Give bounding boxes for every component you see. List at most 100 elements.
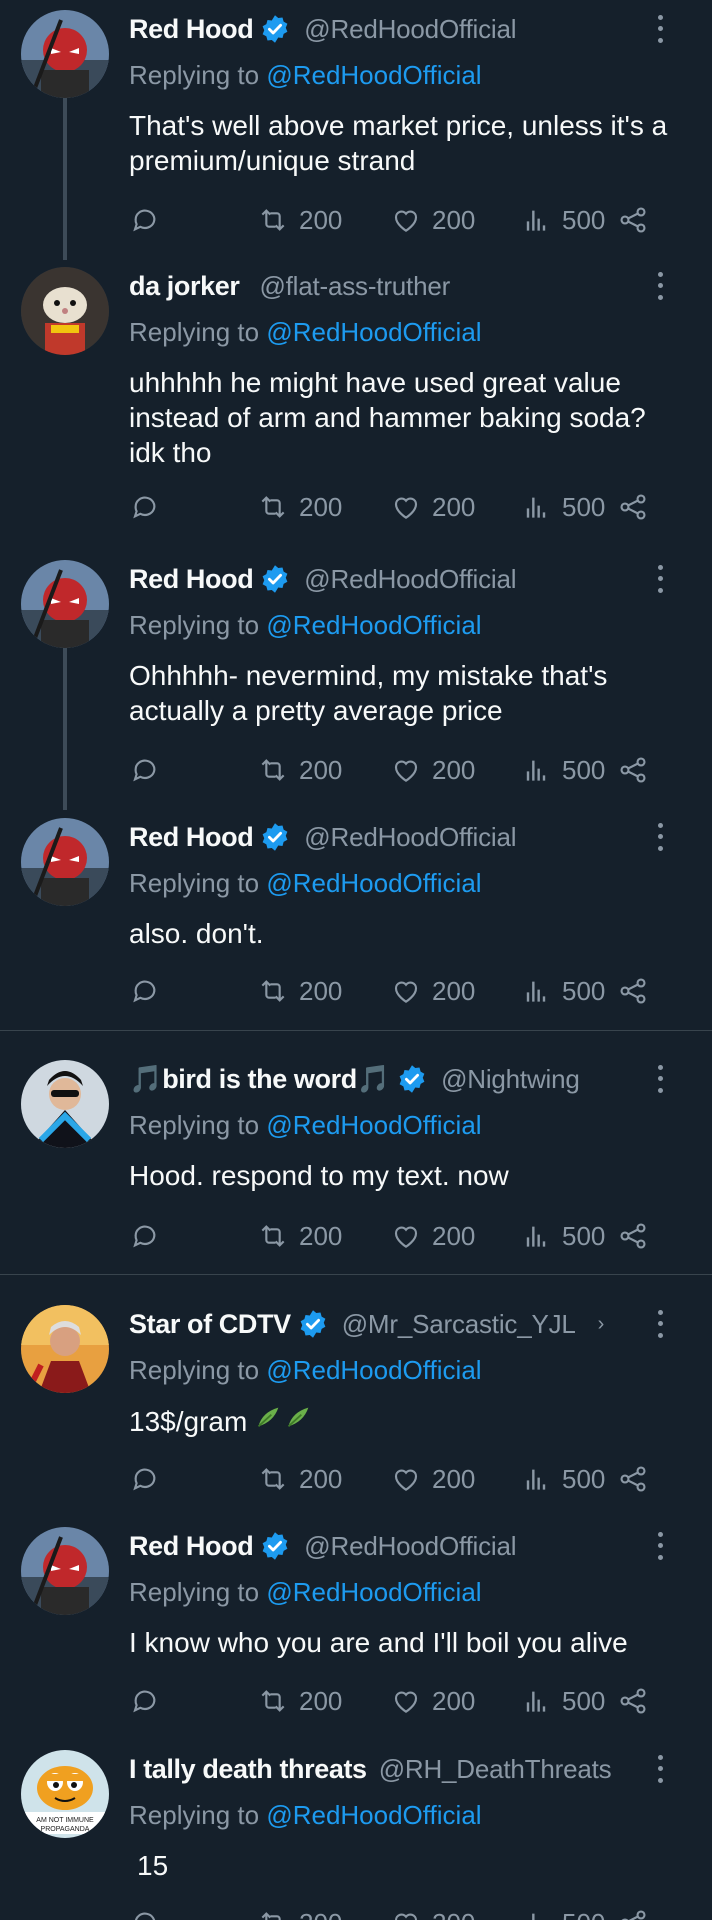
share-button[interactable] <box>617 1218 649 1254</box>
more-options-icon[interactable] <box>652 1752 668 1786</box>
reply-to-link[interactable]: @RedHoodOfficial <box>266 1110 481 1140</box>
retweet-icon <box>261 1690 285 1712</box>
tweet[interactable]: Red Hood @RedHoodOfficial Replying to @R… <box>0 0 712 260</box>
reply-to-link[interactable]: @RedHoodOfficial <box>266 1800 481 1830</box>
author-handle[interactable]: @RedHoodOfficial <box>304 822 516 853</box>
red-hood-avatar[interactable] <box>21 10 109 98</box>
views-button[interactable]: 500 <box>520 202 605 238</box>
share-button[interactable] <box>617 202 649 238</box>
more-options-icon[interactable] <box>652 562 668 596</box>
tweet-text: I know who you are and I'll boil you ali… <box>129 1627 628 1658</box>
reply-to-link[interactable]: @RedHoodOfficial <box>266 1577 481 1607</box>
reply-button[interactable] <box>129 1905 161 1920</box>
share-button[interactable] <box>617 1461 649 1497</box>
author-handle[interactable]: @RedHoodOfficial <box>304 564 516 595</box>
more-options-icon[interactable] <box>652 1529 668 1563</box>
like-button[interactable]: 200 <box>390 202 475 238</box>
garfield-avatar[interactable]: AM NOT IMMUNE PROPAGANDA <box>21 1750 109 1838</box>
author-name[interactable]: I tally death threats <box>129 1754 367 1785</box>
tweet[interactable]: da jorker @flat-ass-truther Replying to … <box>0 257 712 543</box>
reply-to-link[interactable]: @RedHoodOfficial <box>266 1355 481 1385</box>
red-hood-avatar[interactable] <box>21 818 109 906</box>
share-button[interactable] <box>617 489 649 525</box>
like-button[interactable]: 200 <box>390 1683 475 1719</box>
more-options-icon[interactable] <box>652 269 668 303</box>
retweet-button[interactable]: 200 <box>257 973 342 1009</box>
like-button[interactable]: 200 <box>390 1905 475 1920</box>
author-handle[interactable]: @Nightwing <box>441 1064 580 1095</box>
share-button[interactable] <box>617 1905 649 1920</box>
views-button[interactable]: 500 <box>520 1461 605 1497</box>
tweet[interactable]: Red Hood @RedHoodOfficial Replying to @R… <box>0 808 712 1028</box>
like-button[interactable]: 200 <box>390 752 475 788</box>
retweet-button[interactable]: 200 <box>257 752 342 788</box>
author-handle[interactable]: @RedHoodOfficial <box>304 1531 516 1562</box>
reply-button[interactable] <box>129 202 161 238</box>
verified-badge-icon <box>260 14 290 44</box>
reply-button[interactable] <box>129 752 161 788</box>
more-options-icon[interactable] <box>652 12 668 46</box>
more-options-icon[interactable] <box>652 1307 668 1341</box>
retweet-count: 200 <box>299 754 343 785</box>
author-handle[interactable]: @Mr_Sarcastic_YJL <box>342 1309 576 1340</box>
reply-to-link[interactable]: @RedHoodOfficial <box>266 868 481 898</box>
like-button[interactable]: 200 <box>390 1218 475 1254</box>
reply-icon <box>133 980 156 1003</box>
reply-button[interactable] <box>129 1218 161 1254</box>
share-icon <box>620 1466 646 1492</box>
author-name[interactable]: 🎵bird is the word🎵 <box>129 1063 390 1095</box>
share-button[interactable] <box>617 973 649 1009</box>
tweet[interactable]: Red Hood @RedHoodOfficial Replying to @R… <box>0 1517 712 1737</box>
verified-badge-icon <box>260 1531 290 1561</box>
retweet-icon <box>261 980 285 1002</box>
share-icon <box>620 207 646 233</box>
tweet-text: 15 <box>137 1850 169 1881</box>
author-handle[interactable]: @RH_DeathThreats <box>379 1754 612 1785</box>
tweet[interactable]: Star of CDTV @Mr_Sarcastic_YJL › Replyin… <box>0 1295 712 1515</box>
red-hood-avatar[interactable] <box>21 1527 109 1615</box>
reply-button[interactable] <box>129 489 161 525</box>
tweet[interactable]: 🎵bird is the word🎵 @Nightwing Replying t… <box>0 1050 712 1265</box>
ferret-avatar[interactable] <box>21 267 109 355</box>
views-button[interactable]: 500 <box>520 1683 605 1719</box>
more-options-icon[interactable] <box>652 820 668 854</box>
views-button[interactable]: 500 <box>520 489 605 525</box>
retweet-button[interactable]: 200 <box>257 489 342 525</box>
view-count: 500 <box>562 1220 606 1251</box>
tweet[interactable]: Red Hood @RedHoodOfficial Replying to @R… <box>0 550 712 810</box>
retweet-button[interactable]: 200 <box>257 202 342 238</box>
author-name[interactable]: Red Hood <box>129 14 254 45</box>
retweet-button[interactable]: 200 <box>257 1461 342 1497</box>
share-button[interactable] <box>617 752 649 788</box>
reply-to-link[interactable]: @RedHoodOfficial <box>266 60 481 90</box>
reply-to-link[interactable]: @RedHoodOfficial <box>266 317 481 347</box>
author-name[interactable]: da jorker <box>129 271 240 302</box>
author-name[interactable]: Red Hood <box>129 564 254 595</box>
views-button[interactable]: 500 <box>520 1905 605 1920</box>
like-button[interactable]: 200 <box>390 1461 475 1497</box>
reply-button[interactable] <box>129 1461 161 1497</box>
reply-button[interactable] <box>129 973 161 1009</box>
retweet-button[interactable]: 200 <box>257 1905 342 1920</box>
author-name[interactable]: Star of CDTV <box>129 1309 291 1340</box>
tweet[interactable]: AM NOT IMMUNE PROPAGANDA I tally death th… <box>0 1740 712 1920</box>
author-handle[interactable]: @RedHoodOfficial <box>304 14 516 45</box>
author-name[interactable]: Red Hood <box>129 822 254 853</box>
retweet-button[interactable]: 200 <box>257 1218 342 1254</box>
tweet-text: Hood. respond to my text. now <box>129 1160 509 1191</box>
retweet-button[interactable]: 200 <box>257 1683 342 1719</box>
nightwing-avatar[interactable] <box>21 1060 109 1148</box>
author-handle[interactable]: @flat-ass-truther <box>259 271 450 302</box>
views-button[interactable]: 500 <box>520 1218 605 1254</box>
author-name[interactable]: Red Hood <box>129 1531 254 1562</box>
like-button[interactable]: 200 <box>390 489 475 525</box>
views-button[interactable]: 500 <box>520 973 605 1009</box>
share-button[interactable] <box>617 1683 649 1719</box>
red-hood-avatar[interactable] <box>21 560 109 648</box>
views-button[interactable]: 500 <box>520 752 605 788</box>
like-button[interactable]: 200 <box>390 973 475 1009</box>
reply-button[interactable] <box>129 1683 161 1719</box>
reply-to-link[interactable]: @RedHoodOfficial <box>266 610 481 640</box>
star-avatar[interactable] <box>21 1305 109 1393</box>
more-options-icon[interactable] <box>652 1062 668 1096</box>
